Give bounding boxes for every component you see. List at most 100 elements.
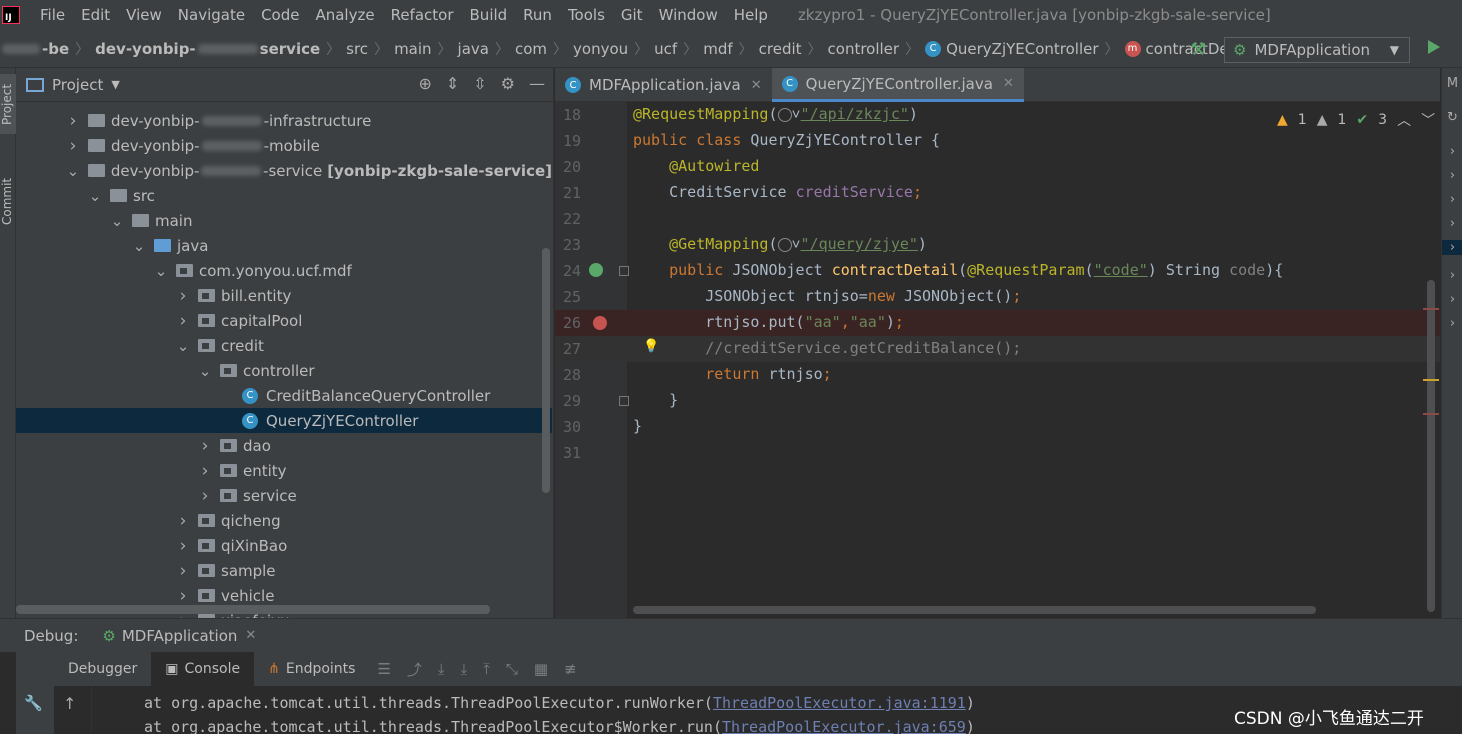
tree-item[interactable]: › dev-yonbip- -infrastructure [16, 108, 552, 133]
expand-all-icon[interactable]: ⇕ [446, 74, 459, 93]
chevron-down-icon[interactable]: ⌄ [66, 162, 80, 180]
close-icon[interactable]: ✕ [1003, 76, 1014, 91]
tree-item[interactable]: › entity [16, 458, 552, 483]
menu-analyze[interactable]: Analyze [307, 6, 382, 24]
menu-window[interactable]: Window [651, 6, 726, 24]
chevron-down-icon[interactable]: ⌄ [154, 262, 168, 280]
close-icon[interactable]: ✕ [245, 628, 256, 643]
fold-icon[interactable] [619, 266, 629, 276]
globe-icon[interactable] [777, 237, 792, 252]
chevron-right-icon[interactable]: › [1442, 292, 1462, 307]
chevron-down-icon[interactable]: ▼ [111, 78, 119, 91]
run-configuration-select[interactable]: ⚙ MDFApplication ▼ [1224, 37, 1410, 63]
chevron-down-icon[interactable]: ⌄ [176, 337, 190, 355]
editor-tab[interactable]: C MDFApplication.java ✕ [555, 68, 772, 102]
endpoints-tab[interactable]: ⋔ Endpoints [254, 652, 369, 686]
stacktrace-link[interactable]: ThreadPoolExecutor.java:659 [722, 718, 966, 734]
breadcrumb-item-credit[interactable]: credit [759, 40, 802, 58]
code-line[interactable]: 27 💡 //creditService.getCreditBalance(); [555, 336, 1440, 362]
tree-item[interactable]: ⌄ dev-yonbip- -service [yonbip-zkgb-sale-se… [16, 158, 552, 183]
inspection-widget[interactable]: ▲ 1 ▲ 1 ✔ 3 ︿ ﹀ [1277, 110, 1435, 130]
menu-refactor[interactable]: Refactor [383, 6, 462, 24]
tree-item[interactable]: ⌄ controller [16, 358, 552, 383]
trace-icon[interactable]: ≢ [564, 660, 577, 678]
breadcrumb-module[interactable]: dev-yonbip-service [95, 40, 320, 58]
editor-tab[interactable]: C QueryZjYEController.java ✕ [771, 68, 1024, 102]
maven-tool-tab[interactable]: M [1442, 76, 1462, 91]
debug-session-tab[interactable]: MDFApplication [122, 627, 238, 645]
tree-item[interactable]: › qicheng [16, 508, 552, 533]
run-play-icon[interactable] [1428, 40, 1440, 54]
chevron-right-icon[interactable]: › [176, 311, 190, 331]
menu-code[interactable]: Code [253, 6, 307, 24]
tree-item[interactable]: C QueryZjYEController [16, 408, 552, 433]
code-line[interactable]: 28 return rtnjso; [555, 362, 1440, 388]
code-line[interactable]: 30} [555, 414, 1440, 440]
chevron-right-icon[interactable]: › [66, 111, 80, 131]
breadcrumb-item-ucf[interactable]: ucf [654, 40, 677, 58]
code-line[interactable]: 20 @Autowired [555, 154, 1440, 180]
chevron-right-icon[interactable]: › [198, 486, 212, 506]
hide-panel-icon[interactable]: — [529, 74, 545, 93]
chevron-right-icon[interactable]: › [66, 136, 80, 156]
tree-item[interactable]: › capitalPool [16, 308, 552, 333]
tree-item[interactable]: ⌄ java [16, 233, 552, 258]
code-editor[interactable]: 18 @RequestMapping(˅"/api/zkzjc") 19 public… [555, 102, 1440, 618]
menu-edit[interactable]: Edit [73, 6, 118, 24]
code-line[interactable]: 19 public class QueryZjYEController { [555, 128, 1440, 154]
chevron-down-icon[interactable]: ⌄ [110, 212, 124, 230]
close-icon[interactable]: ✕ [751, 78, 762, 93]
gear-icon[interactable]: ⚙ [501, 74, 515, 93]
menu-lines-icon[interactable]: ☰ [377, 660, 390, 678]
breadcrumb-item-main[interactable]: main [394, 40, 431, 58]
build-hammer-icon[interactable]: ⚒ [1190, 39, 1206, 60]
chevron-right-icon[interactable]: › [176, 286, 190, 306]
tree-item[interactable]: ⌄ main [16, 208, 552, 233]
run-to-cursor-icon[interactable]: ⤡ [506, 660, 518, 678]
refresh-icon[interactable]: ↻ [1442, 110, 1462, 125]
code-line[interactable]: 26 rtnjso.put("aa","aa"); [555, 310, 1440, 336]
tree-item[interactable]: ⌄ credit [16, 333, 552, 358]
show-execution-point-icon[interactable]: ⤴ [407, 659, 422, 680]
editor-horizontal-scrollbar[interactable] [633, 606, 1316, 614]
tree-item[interactable]: C CreditBalanceQueryController [16, 383, 552, 408]
step-out-icon[interactable]: ⤒ [483, 660, 490, 678]
commit-tool-tab[interactable]: Commit [0, 166, 16, 236]
chevron-up-icon[interactable]: ︿ [1397, 110, 1411, 130]
menu-git[interactable]: Git [613, 6, 651, 24]
chevron-right-icon[interactable]: › [176, 511, 190, 531]
fold-icon[interactable] [619, 396, 629, 406]
step-into-icon[interactable]: ⤓ [461, 660, 468, 678]
tree-vertical-scrollbar[interactable] [542, 248, 550, 493]
chevron-down-icon[interactable]: ⌄ [132, 237, 146, 255]
breadcrumb-item-com[interactable]: com [515, 40, 547, 58]
menu-file[interactable]: File [32, 6, 73, 24]
collapse-all-icon[interactable]: ⇳ [473, 74, 486, 93]
chevron-down-icon[interactable]: ﹀ [1421, 110, 1435, 130]
chevron-right-icon[interactable]: › [176, 586, 190, 606]
breadcrumb-class[interactable]: C QueryZjYEController [925, 40, 1099, 58]
code-line[interactable]: 21 CreditService creditService; [555, 180, 1440, 206]
code-line[interactable]: 31 [555, 440, 1440, 466]
menu-build[interactable]: Build [462, 6, 516, 24]
menu-help[interactable]: Help [726, 6, 776, 24]
chevron-down-icon[interactable]: ⌄ [88, 187, 102, 205]
error-marker[interactable] [1423, 413, 1439, 415]
editor-vertical-scrollbar[interactable] [1427, 280, 1435, 612]
tree-item[interactable]: › sample [16, 558, 552, 583]
tree-horizontal-scrollbar[interactable] [16, 605, 490, 614]
breakpoint-icon[interactable] [593, 316, 607, 330]
tree-item[interactable]: ⌄ com.yonyou.ucf.mdf [16, 258, 552, 283]
tree-item[interactable]: › dao [16, 433, 552, 458]
tree-item[interactable]: › qiXinBao [16, 533, 552, 558]
chevron-right-icon[interactable]: › [198, 436, 212, 456]
code-line[interactable]: 25 JSONObject rtnjso=new JSONObject(); [555, 284, 1440, 310]
tree-item[interactable]: › dev-yonbip- -mobile [16, 133, 552, 158]
chevron-right-icon[interactable]: › [1442, 268, 1462, 283]
code-line[interactable]: 23 @GetMapping(˅"/query/zjye") [555, 232, 1440, 258]
chevron-right-icon[interactable]: › [1442, 168, 1462, 183]
breadcrumb-item-mdf[interactable]: mdf [703, 40, 732, 58]
menu-view[interactable]: View [118, 6, 170, 24]
wrench-icon[interactable]: 🔧 [24, 694, 43, 712]
tree-item[interactable]: › bill.entity [16, 283, 552, 308]
